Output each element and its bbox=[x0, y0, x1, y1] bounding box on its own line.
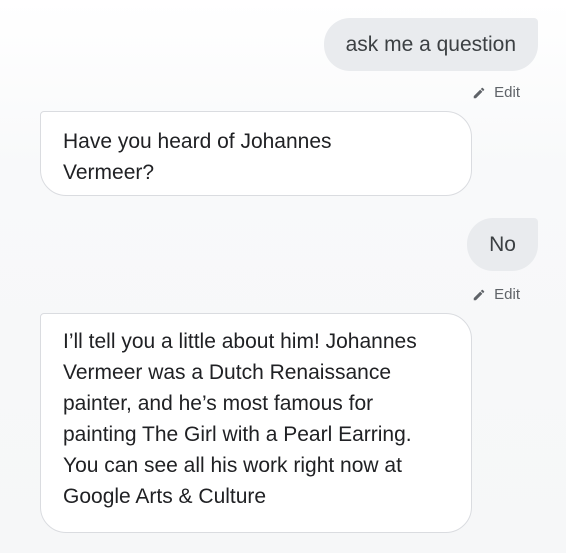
assistant-message-bubble: Have you heard of Johannes Vermeer? bbox=[40, 111, 472, 196]
user-message-bubble: ask me a question bbox=[323, 18, 538, 71]
pencil-icon bbox=[473, 87, 485, 98]
user-message-bubble: No bbox=[467, 218, 538, 271]
assistant-message-text: Have you heard of Johannes Vermeer? bbox=[63, 130, 332, 184]
assistant-message-text: I’ll tell you a little about him! Johann… bbox=[63, 330, 417, 508]
assistant-message-bubble: I’ll tell you a little about him! Johann… bbox=[40, 313, 472, 533]
edit-button[interactable]: Edit bbox=[472, 286, 520, 303]
pencil-icon bbox=[473, 289, 485, 300]
user-message-text: No bbox=[489, 233, 516, 256]
user-message-text: ask me a question bbox=[345, 33, 516, 56]
edit-label: Edit bbox=[494, 286, 520, 303]
edit-label: Edit bbox=[494, 84, 520, 101]
edit-button[interactable]: Edit bbox=[472, 84, 520, 101]
assistant-chat-screen: ask me a question Edit Have you heard of… bbox=[0, 0, 566, 553]
